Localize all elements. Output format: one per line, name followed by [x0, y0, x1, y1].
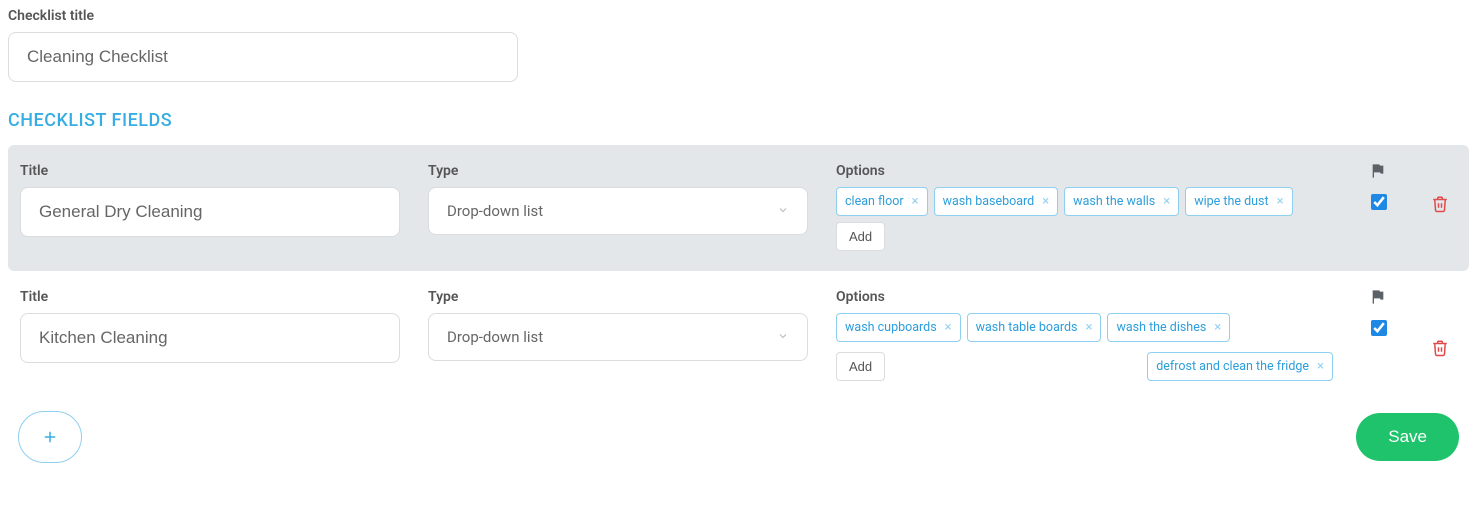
remove-tag-icon[interactable]: × — [1317, 359, 1324, 374]
remove-tag-icon[interactable]: × — [945, 320, 952, 335]
field-title-input[interactable] — [20, 313, 400, 363]
option-tag-text: wash baseboard — [943, 194, 1035, 209]
option-tag-text: wash table boards — [976, 320, 1078, 335]
save-button[interactable]: Save — [1356, 413, 1459, 461]
option-tag[interactable]: wash cupboards × — [836, 313, 961, 342]
option-tag[interactable]: wipe the dust × — [1185, 187, 1292, 216]
remove-tag-icon[interactable]: × — [1042, 194, 1049, 209]
field-type-value: Drop-down list — [447, 328, 543, 346]
checklist-title-input[interactable] — [8, 32, 518, 82]
option-tag[interactable]: defrost and clean the fridge × — [1147, 352, 1333, 381]
type-label: Type — [428, 289, 808, 305]
flag-icon[interactable] — [1370, 163, 1386, 183]
option-tag[interactable]: clean floor × — [836, 187, 928, 216]
field-type-select[interactable]: Drop-down list — [428, 313, 808, 361]
checklist-title-label: Checklist title — [8, 8, 1469, 24]
option-tag[interactable]: wash the walls × — [1064, 187, 1179, 216]
option-tag-text: wipe the dust — [1194, 194, 1268, 209]
options-label: Options — [836, 163, 1333, 179]
options-tags: clean floor × wash baseboard × wash the wa… — [836, 187, 1333, 251]
remove-tag-icon[interactable]: × — [1163, 194, 1170, 209]
remove-tag-icon[interactable]: × — [912, 194, 919, 209]
remove-tag-icon[interactable]: × — [1277, 194, 1284, 209]
field-type-select[interactable]: Drop-down list — [428, 187, 808, 235]
field-checkbox[interactable] — [1371, 320, 1387, 336]
title-label: Title — [20, 163, 400, 179]
checklist-fields-heading: CHECKLIST FIELDS — [8, 110, 1469, 131]
field-row: Title Type Drop-down list Options wash c… — [8, 271, 1469, 401]
option-tag-text: clean floor — [845, 194, 904, 209]
option-tag[interactable]: wash the dishes × — [1107, 313, 1230, 342]
option-tag-text: wash the dishes — [1116, 320, 1206, 335]
field-checkbox[interactable] — [1371, 194, 1387, 210]
options-label: Options — [836, 289, 1333, 305]
add-option-button[interactable]: Add — [836, 222, 885, 251]
delete-icon[interactable] — [1431, 339, 1449, 361]
option-tag[interactable]: wash baseboard × — [934, 187, 1059, 216]
delete-icon[interactable] — [1431, 195, 1449, 217]
chevron-down-icon — [777, 328, 789, 346]
field-type-value: Drop-down list — [447, 202, 543, 220]
type-label: Type — [428, 163, 808, 179]
add-option-button[interactable]: Add — [836, 352, 885, 381]
chevron-down-icon — [777, 202, 789, 220]
option-tag-text: wash cupboards — [845, 320, 937, 335]
flag-icon[interactable] — [1370, 289, 1386, 309]
option-tag-text: wash the walls — [1073, 194, 1155, 209]
add-field-button[interactable] — [18, 411, 82, 463]
options-tags: wash cupboards × wash table boards × wash … — [836, 313, 1333, 342]
option-tag-text: defrost and clean the fridge — [1156, 359, 1309, 374]
field-row: Title Type Drop-down list Options clean … — [8, 145, 1469, 271]
field-title-input[interactable] — [20, 187, 400, 237]
remove-tag-icon[interactable]: × — [1085, 320, 1092, 335]
option-tag[interactable]: wash table boards × — [967, 313, 1102, 342]
title-label: Title — [20, 289, 400, 305]
remove-tag-icon[interactable]: × — [1214, 320, 1221, 335]
